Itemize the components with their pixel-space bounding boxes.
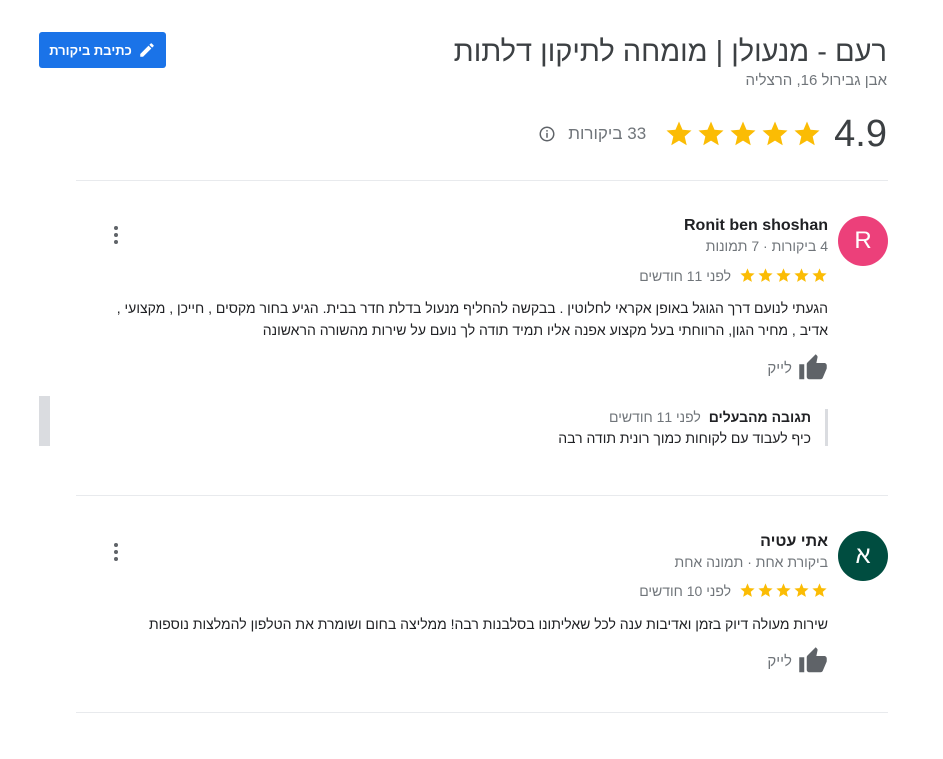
star-icon	[758, 583, 773, 597]
star-icon	[812, 583, 827, 597]
rating-summary: 4.9 33 ביקורות	[538, 112, 887, 156]
review-count[interactable]: 33 ביקורות	[568, 124, 646, 144]
review-time: לפני 10 חודשים	[639, 582, 731, 599]
like-button[interactable]: לייק	[767, 646, 828, 676]
rating-stars	[664, 119, 822, 149]
star-icon	[666, 121, 692, 146]
info-icon[interactable]	[538, 125, 556, 143]
star-icon	[794, 268, 809, 282]
scroll-indicator[interactable]	[39, 396, 50, 446]
review-text: הגעתי לנועם דרך הגוגל באופן אקראי לחלוטי…	[116, 300, 828, 338]
star-icon	[794, 583, 809, 597]
like-label: לייק	[767, 652, 792, 670]
review-stars	[739, 582, 828, 599]
review-card: R Ronit ben shoshan 4 ביקורות · 7 תמונות…	[76, 213, 888, 463]
star-icon	[762, 121, 788, 146]
star-icon	[776, 268, 791, 282]
divider	[76, 712, 888, 713]
business-address: אבן גבירול 16, הרצליה	[745, 72, 887, 89]
reviewer-name[interactable]: Ronit ben shoshan	[684, 217, 828, 235]
thumbs-up-icon	[799, 354, 827, 380]
avatar[interactable]: R	[838, 216, 888, 266]
star-icon	[740, 268, 755, 282]
owner-reply-title: תגובה מהבעלים	[708, 409, 811, 425]
review-card: א אתי עטיה ביקורת אחת · תמונה אחת לפני 1…	[76, 530, 888, 690]
reviewer-meta: ביקורת אחת · תמונה אחת	[674, 554, 828, 570]
pencil-icon	[140, 43, 154, 57]
star-icon	[730, 121, 756, 146]
review-time: לפני 11 חודשים	[639, 267, 731, 284]
star-icon	[776, 583, 791, 597]
divider	[76, 180, 888, 181]
star-icon	[758, 268, 773, 282]
review-rating: לפני 11 חודשים	[639, 267, 828, 284]
more-options-icon[interactable]	[108, 540, 124, 564]
review-rating: לפני 10 חודשים	[639, 582, 828, 599]
owner-reply-time: לפני 11 חודשים	[609, 409, 701, 425]
star-icon	[794, 121, 820, 146]
avatar[interactable]: א	[838, 531, 888, 581]
owner-reply: תגובה מהבעלים לפני 11 חודשים כיף לעבוד ע…	[528, 409, 828, 446]
rating-value: 4.9	[834, 112, 887, 155]
like-label: לייק	[767, 359, 792, 377]
like-button[interactable]: לייק	[767, 353, 828, 383]
write-review-label: כתיבת ביקורת	[49, 42, 132, 58]
write-review-button[interactable]: כתיבת ביקורת	[39, 32, 166, 68]
reviewer-meta: 4 ביקורות · 7 תמונות	[705, 238, 828, 254]
business-name: רעם - מנעולן | מומחה לתיקון דלתות	[453, 36, 887, 68]
reviewer-name[interactable]: אתי עטיה	[760, 533, 828, 551]
review-text: שירות מעולה דיוק בזמן ואדיבות ענה לכל שא…	[148, 616, 828, 632]
owner-reply-text: כיף לעבוד עם לקוחות כמוך רונית תודה רבה	[558, 430, 811, 446]
star-icon	[740, 583, 755, 597]
divider	[76, 495, 888, 496]
star-icon	[812, 268, 827, 282]
review-stars	[739, 267, 828, 284]
star-icon	[698, 121, 724, 146]
more-options-icon[interactable]	[108, 223, 124, 247]
thumbs-up-icon	[799, 647, 827, 673]
